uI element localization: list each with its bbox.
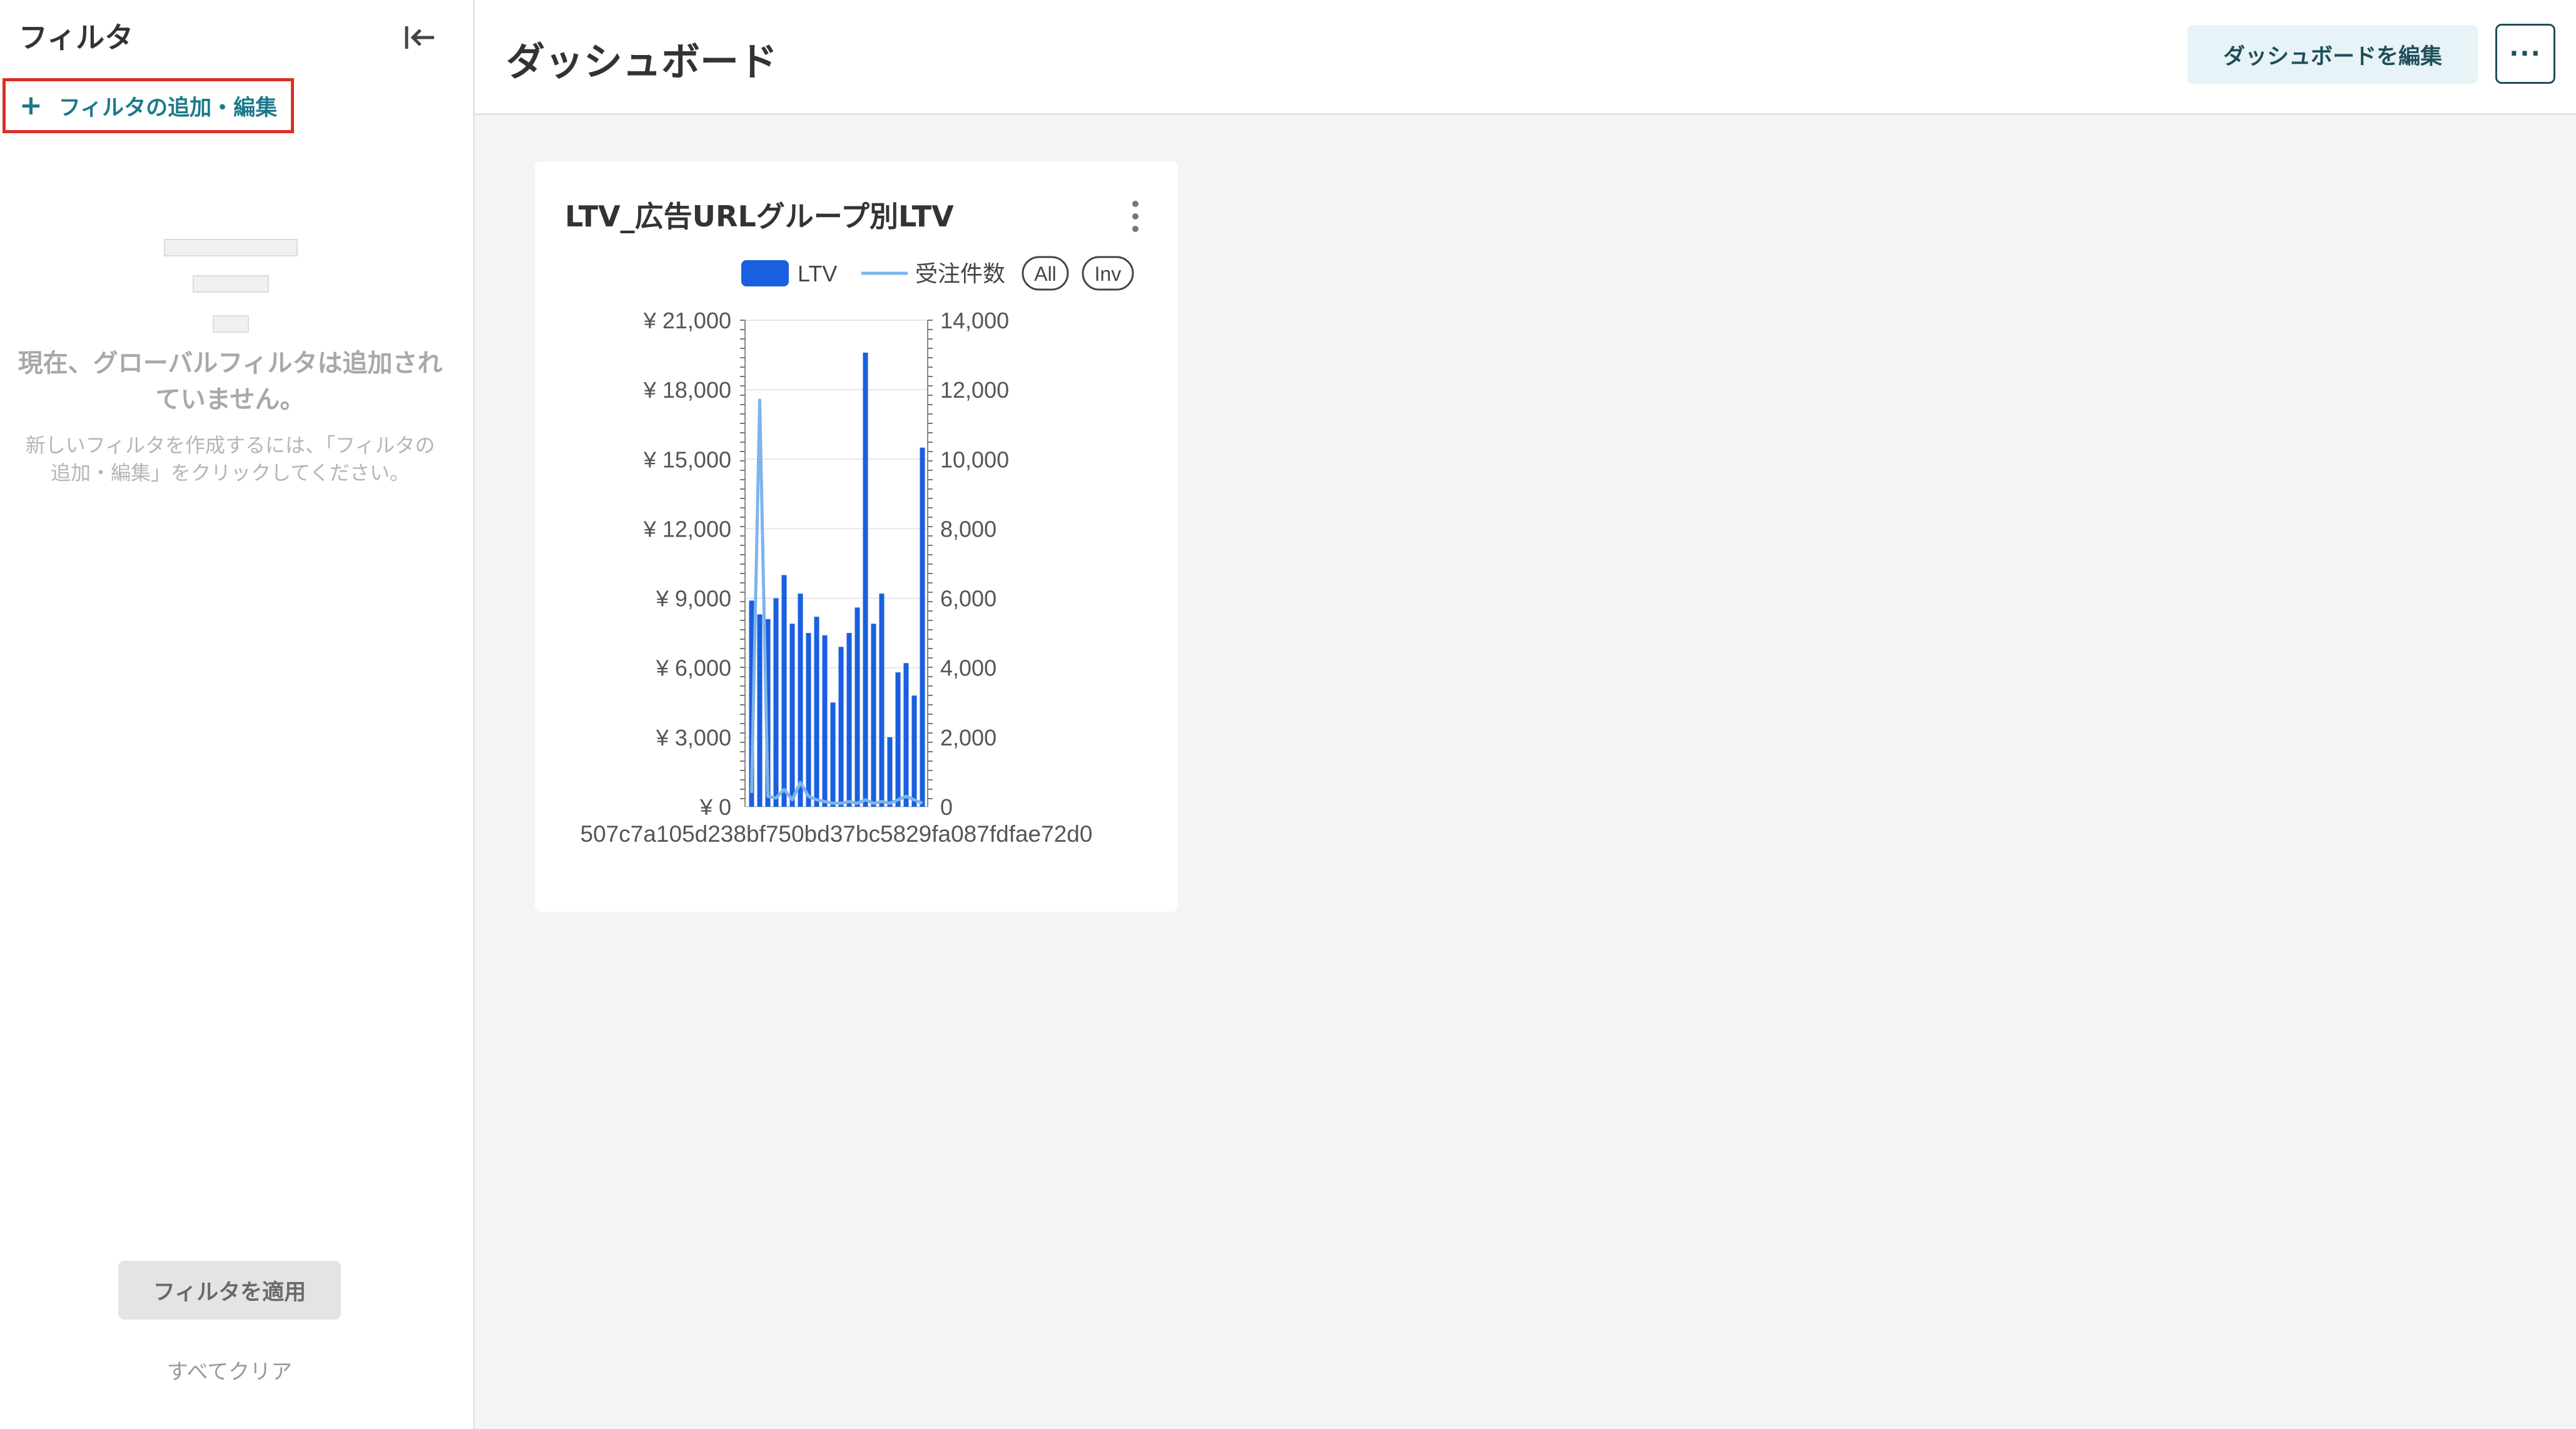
- y-tick-label-right: 4,000: [940, 655, 996, 681]
- y-tick-label-left: ¥ 3,000: [656, 725, 731, 750]
- bar-ltv: [830, 702, 836, 807]
- bar-ltv: [920, 447, 925, 807]
- bar-ltv: [887, 737, 893, 807]
- empty-state-description: 新しいフィルタを作成するには、「フィルタの追加・編集」をクリックしてください。: [25, 433, 435, 485]
- chart-card: ¥ 0 ¥ 3,000 ¥ 6,000 ¥ 9,000 ¥ 12,000 ¥ 15,000…: [535, 161, 1178, 912]
- main-content: ダッシュボード ダッシュボードを編集 ··· ¥ 0 ¥ 3,000 ¥ 6,000…: [475, 0, 2576, 1429]
- y-tick-label-right: 14,000: [940, 308, 1009, 333]
- kebab-menu-icon[interactable]: [1123, 198, 1148, 235]
- add-edit-filter-button[interactable]: + フィルタの追加・編集: [3, 78, 294, 133]
- bar-ltv: [822, 635, 828, 807]
- page-header: ダッシュボード ダッシュボードを編集 ···: [475, 0, 2576, 115]
- legend-label-ltv: LTV: [798, 261, 837, 286]
- bar-ltv: [798, 593, 803, 807]
- filter-sidebar: フィルタ + フィルタの追加・編集 現在、グローバルフィルタは追加されていません…: [0, 0, 475, 1429]
- y-tick-label-right: 12,000: [940, 377, 1009, 403]
- bar-ltv: [871, 624, 876, 807]
- page-title: ダッシュボード: [506, 39, 778, 84]
- y-tick-label-right: 10,000: [940, 447, 1009, 472]
- bar-ltv: [863, 352, 868, 807]
- bar-ltv: [895, 672, 901, 807]
- y-tick-label-left: ¥ 18,000: [643, 377, 731, 403]
- bar-ltv: [911, 695, 917, 807]
- legend-toggle-label: All: [1034, 263, 1057, 285]
- bar-ltv: [781, 575, 787, 807]
- more-icon: ···: [2509, 39, 2542, 68]
- placeholder-bar: [164, 239, 298, 256]
- edit-dashboard-button[interactable]: ダッシュボードを編集: [2188, 25, 2478, 84]
- bar-ltv: [814, 617, 819, 807]
- bar-ltv: [846, 633, 852, 807]
- bar-ltv: [806, 633, 811, 807]
- y-tick-label-right: 0: [940, 794, 953, 820]
- ltv-chart: ¥ 0 ¥ 3,000 ¥ 6,000 ¥ 9,000 ¥ 12,000 ¥ 15,000…: [581, 256, 1134, 847]
- legend-swatch-ltv: [741, 260, 789, 286]
- more-options-button[interactable]: ···: [2495, 24, 2555, 84]
- add-edit-filter-label: フィルタの追加・編集: [58, 95, 278, 121]
- legend-label-order-count: 受注件数: [915, 261, 1005, 286]
- y-tick-label-left: ¥ 0: [699, 794, 731, 820]
- bar-ltv: [757, 614, 763, 807]
- placeholder-bar: [193, 275, 269, 293]
- y-tick-label-left: ¥ 12,000: [643, 516, 731, 542]
- bar-ltv: [879, 593, 885, 807]
- bar-ltv: [838, 647, 844, 807]
- apply-filter-button[interactable]: フィルタを適用: [118, 1261, 341, 1320]
- bar-ltv: [854, 607, 860, 807]
- y-tick-label-left: ¥ 9,000: [656, 586, 731, 612]
- y-tick-label-right: 2,000: [940, 725, 996, 750]
- clear-all-link[interactable]: すべてクリア: [118, 1355, 341, 1385]
- plus-icon: +: [19, 89, 43, 121]
- sidebar-title: フィルタ: [19, 21, 134, 54]
- y-tick-label-left: ¥ 6,000: [656, 655, 731, 681]
- placeholder-bar: [213, 315, 249, 333]
- x-tick-label: 507c7a105d238bf750bd37bc5829fa087fdfae72…: [581, 821, 1093, 847]
- legend-toggle-label: Inv: [1095, 263, 1122, 285]
- y-tick-label-left: ¥ 15,000: [643, 447, 731, 472]
- y-tick-label-right: 8,000: [940, 516, 996, 542]
- bar-ltv: [773, 598, 779, 807]
- collapse-sidebar-icon[interactable]: [400, 19, 438, 56]
- empty-state-title: 現在、グローバルフィルタは追加されていません。: [18, 349, 443, 414]
- bar-ltv: [903, 663, 909, 807]
- y-tick-label-right: 6,000: [940, 586, 996, 612]
- chart-title: LTV_広告URLグループ別LTV: [565, 199, 954, 233]
- y-tick-label-left: ¥ 21,000: [643, 308, 731, 333]
- bar-ltv: [789, 624, 795, 807]
